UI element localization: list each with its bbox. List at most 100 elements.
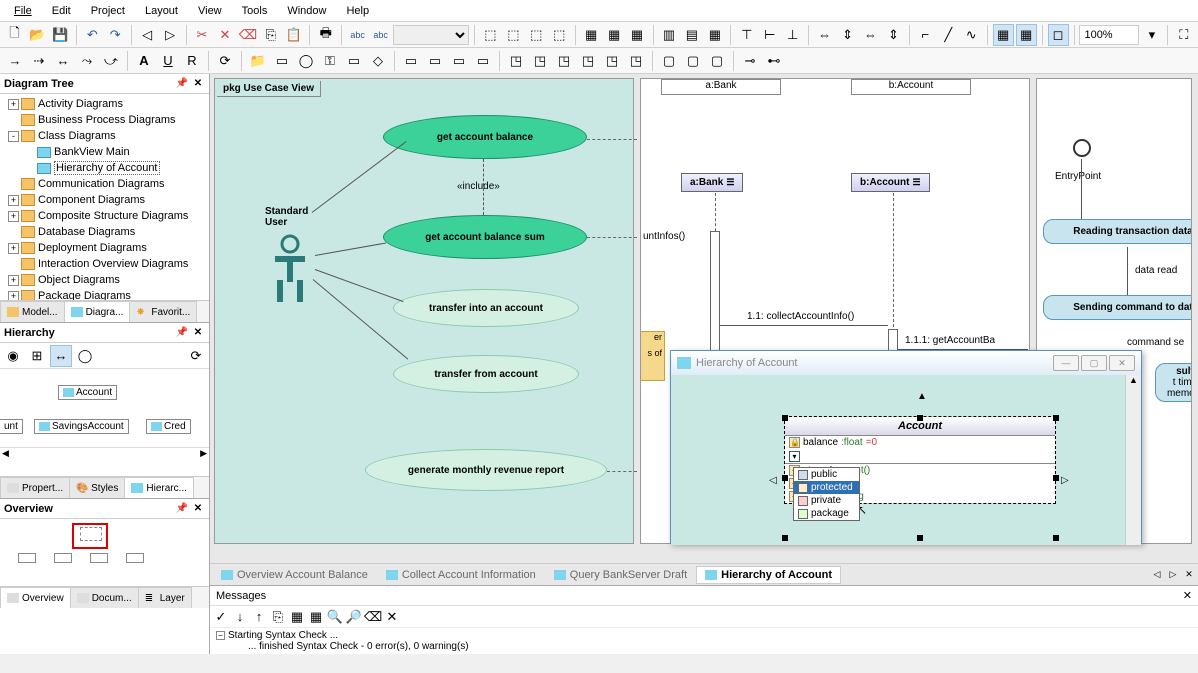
conn1-icon[interactable]: ⊸ xyxy=(739,50,761,72)
arrow2-icon[interactable]: ⇢ xyxy=(28,50,50,72)
datatype-icon[interactable]: ◇ xyxy=(367,50,389,72)
tree-item[interactable]: +Activity Diagrams xyxy=(2,96,207,112)
delete2-icon[interactable]: ⌫ xyxy=(237,24,258,46)
fragment[interactable]: er s of xyxy=(641,331,665,381)
hier-node-credit[interactable]: Cred xyxy=(146,419,191,434)
hier-node-account[interactable]: Account xyxy=(58,385,117,400)
conn2-icon[interactable]: ⊷ xyxy=(763,50,785,72)
expand-icon[interactable]: + xyxy=(8,243,19,254)
tree-item[interactable]: Database Diagrams xyxy=(2,224,207,240)
undo-icon[interactable]: ↶ xyxy=(82,24,103,46)
text-r-icon[interactable]: R xyxy=(181,50,203,72)
text-u-icon[interactable]: U xyxy=(157,50,179,72)
tab-close-icon[interactable]: ✕ xyxy=(1182,564,1196,586)
align3-icon[interactable]: ⬚ xyxy=(526,24,547,46)
tree-item[interactable]: BankView Main xyxy=(2,144,207,160)
grid2-icon[interactable]: ▦ xyxy=(1016,24,1037,46)
dtab-hierarchy-account[interactable]: Hierarchy of Account xyxy=(696,566,841,584)
dist1-icon[interactable]: ⇔ xyxy=(814,24,835,46)
tree-item[interactable]: Hierarchy of Account xyxy=(2,160,207,176)
comp4-icon[interactable]: ▭ xyxy=(472,50,494,72)
zoom-input[interactable] xyxy=(1079,25,1139,45)
spellcheck-icon[interactable]: abc xyxy=(347,24,368,46)
close-button[interactable]: ✕ xyxy=(1109,355,1135,371)
expand-icon[interactable]: - xyxy=(8,131,19,142)
menu-project[interactable]: Project xyxy=(81,2,135,20)
refresh-icon[interactable]: ⟳ xyxy=(214,50,236,72)
arrow5-icon[interactable]: ⤻ xyxy=(100,50,122,72)
usecase-generate-report[interactable]: generate monthly revenue report xyxy=(365,449,607,491)
usecase-get-balance-sum[interactable]: get account balance sum xyxy=(383,215,587,259)
line1-icon[interactable]: ⌐ xyxy=(915,24,936,46)
menu-icon[interactable]: ☰ xyxy=(726,177,734,188)
lifeline-bank[interactable]: a:Bank☰ xyxy=(681,173,743,192)
fit-icon[interactable]: ⛶ xyxy=(1173,24,1194,46)
menu-icon[interactable]: ☰ xyxy=(912,177,920,188)
tree-item[interactable]: Business Process Diagrams xyxy=(2,112,207,128)
tab-next-icon[interactable]: ▷ xyxy=(1166,564,1180,586)
scrollbar[interactable]: ▲ xyxy=(1125,375,1141,545)
vis-package[interactable]: package xyxy=(794,507,859,520)
shape3-icon[interactable]: ▢ xyxy=(706,50,728,72)
folder-icon[interactable]: 📁 xyxy=(247,50,269,72)
layout3-icon[interactable]: ▦ xyxy=(627,24,648,46)
visibility-icon[interactable]: 🔒 xyxy=(789,437,800,448)
key-icon[interactable]: ⚿ xyxy=(319,50,341,72)
close-icon[interactable]: ✕ xyxy=(191,326,205,340)
menu-help[interactable]: Help xyxy=(336,2,379,20)
tree-item[interactable]: +Package Diagrams xyxy=(2,288,207,300)
hier1-icon[interactable]: ⊤ xyxy=(736,24,757,46)
layout6-icon[interactable]: ▦ xyxy=(704,24,725,46)
visibility-dropdown-icon[interactable]: ▾ xyxy=(789,451,800,462)
comp2-icon[interactable]: ▭ xyxy=(424,50,446,72)
arrow4-icon[interactable]: ⤳ xyxy=(76,50,98,72)
msg-btn4[interactable]: ⎘ xyxy=(269,608,287,626)
expand-icon[interactable]: + xyxy=(8,291,19,301)
msg-btn1[interactable]: ✓ xyxy=(212,608,230,626)
dtab-query-bankserver[interactable]: Query BankServer Draft xyxy=(545,566,696,584)
overview-canvas[interactable] xyxy=(0,519,209,586)
dtab-collect-info[interactable]: Collect Account Information xyxy=(377,566,545,584)
shape2-icon[interactable]: ▢ xyxy=(682,50,704,72)
tree-item[interactable]: +Composite Structure Diagrams xyxy=(2,208,207,224)
align4-icon[interactable]: ⬚ xyxy=(549,24,570,46)
diagram-tree[interactable]: +Activity DiagramsBusiness Process Diagr… xyxy=(0,94,209,300)
print-icon[interactable]: 🖶 xyxy=(315,24,336,46)
window-titlebar[interactable]: Hierarchy of Account — ▢ ✕ xyxy=(671,351,1141,375)
usecase-transfer-from[interactable]: transfer from account xyxy=(393,355,579,393)
arrow3-icon[interactable]: ↔ xyxy=(52,50,74,72)
pin-icon[interactable]: 📌 xyxy=(175,77,189,91)
spellcheck2-icon[interactable]: abc xyxy=(370,24,391,46)
lifeline-account[interactable]: b:Account☰ xyxy=(851,173,930,192)
dist2-icon[interactable]: ⇕ xyxy=(837,24,858,46)
node2-icon[interactable]: ◳ xyxy=(529,50,551,72)
open-icon[interactable]: 📂 xyxy=(27,24,48,46)
style-combo[interactable] xyxy=(393,25,469,45)
tab-layer[interactable]: ≣Layer xyxy=(138,587,192,608)
msg-btn3[interactable]: ↑ xyxy=(250,608,268,626)
delete-icon[interactable]: ✕ xyxy=(214,24,235,46)
node5-icon[interactable]: ◳ xyxy=(601,50,623,72)
menu-file[interactable]: File xyxy=(4,2,42,20)
comp1-icon[interactable]: ▭ xyxy=(400,50,422,72)
state-sending[interactable]: Sending command to dat xyxy=(1043,295,1192,320)
collapse-icon[interactable]: − xyxy=(216,631,225,640)
interface-icon[interactable]: ◯ xyxy=(295,50,317,72)
hier-mode-icon[interactable]: ↔ xyxy=(50,345,72,367)
tree-item[interactable]: +Component Diagrams xyxy=(2,192,207,208)
tree-item[interactable]: +Deployment Diagrams xyxy=(2,240,207,256)
close-icon[interactable]: ✕ xyxy=(191,77,205,91)
tree-item[interactable]: +Object Diagrams xyxy=(2,272,207,288)
snap-icon[interactable]: ◻ xyxy=(1048,24,1069,46)
attr-balance[interactable]: 🔒 balance:float=0 xyxy=(785,436,1055,449)
state-reading[interactable]: Reading transaction data xyxy=(1043,219,1192,244)
close-icon[interactable]: ✕ xyxy=(191,502,205,516)
msg-btn10[interactable]: ✕ xyxy=(383,608,401,626)
expand-icon[interactable]: + xyxy=(8,195,19,206)
align2-icon[interactable]: ⬚ xyxy=(503,24,524,46)
line2-icon[interactable]: ╱ xyxy=(938,24,959,46)
actor-standard-user[interactable]: Standard User xyxy=(267,234,313,306)
prev-icon[interactable]: ◁ xyxy=(137,24,158,46)
expand-icon[interactable]: + xyxy=(8,99,19,110)
paste-icon[interactable]: 📋 xyxy=(283,24,304,46)
